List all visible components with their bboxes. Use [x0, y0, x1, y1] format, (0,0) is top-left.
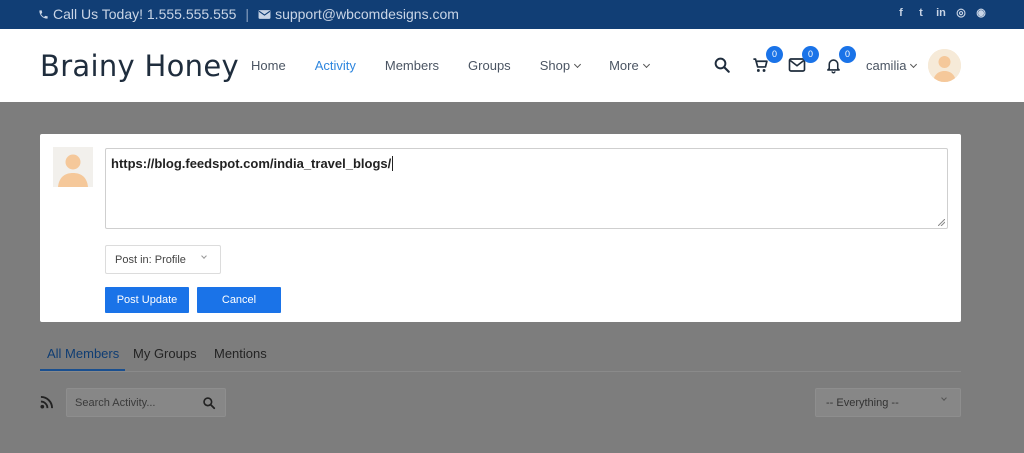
cart-count-badge: 0 — [766, 46, 783, 63]
avatar[interactable] — [928, 49, 961, 82]
social-links: f t in ◎ ◉ — [895, 7, 987, 20]
nav-label: More — [609, 58, 639, 73]
active-tab-indicator — [40, 369, 125, 371]
chevron-down-icon — [941, 395, 947, 401]
nav-label: Groups — [468, 58, 511, 73]
nav-home[interactable]: Home — [251, 58, 286, 73]
email-text: support@wbcomdesigns.com — [275, 6, 459, 22]
nav-members[interactable]: Members — [385, 58, 439, 73]
contact-separator: | — [245, 6, 250, 22]
nav-groups[interactable]: Groups — [468, 58, 511, 73]
tab-all-members[interactable]: All Members — [47, 346, 119, 361]
site-header: Brainy Honey Home Activity Members Group… — [0, 29, 1024, 102]
cart-button[interactable]: 0 — [752, 46, 783, 76]
filter-value: -- Everything -- — [826, 397, 899, 409]
nav-label: Home — [251, 58, 286, 73]
nav-shop[interactable]: Shop — [539, 58, 582, 73]
nav-label: Shop — [539, 58, 571, 73]
post-text: https://blog.feedspot.com/india_travel_b… — [111, 156, 392, 171]
notifications-count-badge: 0 — [839, 46, 856, 63]
whats-new-textarea[interactable]: https://blog.feedspot.com/india_travel_b… — [105, 148, 948, 229]
username: camilia — [866, 58, 907, 73]
search-icon[interactable] — [202, 396, 216, 410]
search-button[interactable] — [713, 54, 735, 76]
nav-label: Activity — [314, 58, 356, 73]
top-bar: Call Us Today! 1.555.555.555 | support@w… — [0, 0, 1024, 29]
search-icon — [714, 57, 730, 73]
email-contact[interactable]: support@wbcomdesigns.com — [258, 6, 459, 22]
tab-my-groups[interactable]: My Groups — [133, 346, 197, 361]
twitter-icon[interactable]: t — [915, 7, 927, 20]
activity-tabs: All Members My Groups Mentions — [40, 335, 961, 372]
site-logo[interactable]: Brainy Honey — [40, 49, 239, 83]
chevron-down-icon — [201, 253, 207, 259]
mail-icon — [258, 9, 271, 19]
text-caret — [392, 156, 394, 171]
search-activity-input[interactable]: Search Activity... — [66, 388, 226, 417]
post-in-select[interactable]: Post in: Profile — [105, 245, 221, 274]
nav-label: Members — [384, 58, 440, 73]
facebook-icon[interactable]: f — [895, 7, 907, 20]
user-menu[interactable]: camilia — [866, 58, 918, 73]
resize-handle-icon[interactable] — [938, 219, 945, 226]
activity-filter-select[interactable]: -- Everything -- — [815, 388, 961, 417]
messages-button[interactable]: 0 — [788, 46, 819, 76]
chevron-down-icon — [642, 60, 650, 68]
chevron-down-icon — [910, 60, 918, 68]
post-update-button[interactable]: Post Update — [105, 287, 189, 313]
notifications-button[interactable]: 0 — [825, 46, 856, 76]
nav-activity[interactable]: Activity — [315, 58, 356, 73]
user-silhouette-icon — [928, 49, 961, 82]
user-silhouette-icon — [53, 147, 93, 187]
phone-text: Call Us Today! 1.555.555.555 — [53, 6, 237, 22]
github-icon[interactable]: ◉ — [975, 7, 987, 20]
contact-info: Call Us Today! 1.555.555.555 | support@w… — [38, 6, 459, 22]
phone-icon — [39, 9, 48, 19]
search-placeholder: Search Activity... — [75, 397, 156, 409]
post-author-avatar — [53, 147, 93, 187]
activity-post-form: https://blog.feedspot.com/india_travel_b… — [40, 134, 961, 322]
rss-icon[interactable] — [40, 396, 53, 409]
post-in-value: Post in: Profile — [115, 254, 186, 266]
nav-more[interactable]: More — [609, 58, 650, 73]
cart-icon — [753, 58, 768, 72]
main-nav: Home Activity Members Groups Shop More — [251, 58, 678, 73]
cancel-button[interactable]: Cancel — [197, 287, 281, 313]
chevron-down-icon — [574, 60, 582, 68]
tab-mentions[interactable]: Mentions — [214, 346, 267, 361]
linkedin-icon[interactable]: in — [935, 7, 947, 20]
dribbble-icon[interactable]: ◎ — [955, 7, 967, 20]
messages-count-badge: 0 — [802, 46, 819, 63]
phone-contact[interactable]: Call Us Today! 1.555.555.555 — [38, 6, 236, 22]
